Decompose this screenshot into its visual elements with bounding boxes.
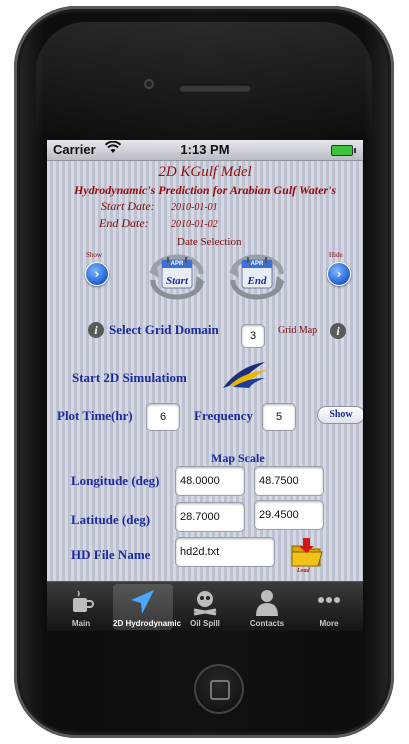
plot-time-field[interactable]: 6	[146, 403, 180, 431]
tab-more[interactable]: More	[299, 584, 359, 630]
tab-contacts[interactable]: Contacts	[237, 584, 297, 630]
date-selection-label: Date Selection	[177, 236, 242, 248]
app-screen: Carrier 1:13 PM 2D KGulf Mdel Hydrodynam…	[47, 140, 363, 631]
frequency-field[interactable]: 5	[262, 403, 296, 431]
latitude-max-field[interactable]: 29.4500	[254, 500, 324, 530]
tab-2d-hydrodynamic[interactable]: 2D Hydrodynamic	[113, 584, 182, 630]
more-dots-icon	[318, 597, 340, 603]
end-button-label: End	[247, 275, 267, 287]
start-simulation-label: Start 2D Simulatiom	[72, 370, 187, 385]
latitude-label: Latitude (deg)	[71, 512, 151, 527]
calendar-month: APR	[250, 261, 264, 267]
load-button[interactable]: Load	[290, 538, 324, 576]
grid-map-info-icon[interactable]: i	[330, 323, 346, 339]
longitude-label: Longitude (deg)	[71, 473, 160, 488]
clock: 1:13 PM	[180, 142, 230, 157]
tab-label: More	[319, 619, 339, 628]
start-date-button[interactable]: APR Start	[147, 252, 207, 300]
plot-time-label: Plot Time(hr)	[57, 408, 133, 423]
hide-small-label: Hide	[329, 251, 343, 259]
hd-file-field[interactable]: hd2d.txt	[175, 537, 275, 567]
longitude-max-field[interactable]: 48.7500	[254, 466, 324, 496]
tab-oil-spill[interactable]: Oil Spill	[175, 584, 235, 630]
hide-button[interactable]: ›	[327, 262, 351, 286]
folder-download-icon	[291, 538, 323, 567]
start-date-label: Start Date:	[101, 199, 155, 213]
tab-label: Contacts	[249, 619, 285, 628]
camera-icon	[144, 79, 154, 89]
home-button[interactable]	[194, 664, 244, 714]
end-date-button[interactable]: APR End	[227, 252, 287, 300]
coffee-cup-icon	[73, 590, 94, 612]
earpiece	[179, 84, 251, 92]
start-simulation-button[interactable]	[219, 360, 271, 392]
map-scale-title: Map Scale	[211, 451, 265, 465]
grid-map-label: Grid Map	[278, 325, 318, 336]
tab-label: 2D Hydrodynamic	[113, 619, 182, 628]
tab-main[interactable]: Main	[51, 584, 111, 630]
latitude-min-field[interactable]: 28.7000	[175, 502, 245, 532]
end-date-value: 2010-01-02	[171, 219, 218, 230]
hd-file-label: HD File Name	[71, 547, 151, 562]
end-date-label: End Date:	[99, 216, 149, 230]
calendar-month: APR	[170, 261, 184, 267]
longitude-min-field[interactable]: 48.0000	[175, 466, 245, 496]
phone-glare	[36, 22, 372, 142]
grid-info-icon[interactable]: i	[88, 322, 104, 338]
person-icon	[256, 590, 278, 616]
tab-label: Main	[71, 619, 91, 628]
status-bar: Carrier 1:13 PM	[47, 140, 363, 161]
navigation-arrow-icon	[131, 590, 154, 614]
show-small-label: Show	[86, 251, 102, 259]
grid-domain-label: Select Grid Domain	[109, 322, 219, 337]
show-button[interactable]: ›	[85, 262, 109, 286]
app-title: 2D KGulf Mdel	[158, 164, 252, 180]
start-button-label: Start	[165, 275, 188, 287]
app-subtitle: Hydrodynamic's Prediction for Arabian Gu…	[73, 183, 337, 197]
tab-bar: Main 2D Hydrodynamic Oil Spill Contacts	[47, 581, 363, 631]
load-label: Load	[297, 568, 310, 574]
frequency-label: Frequency	[194, 408, 253, 423]
start-date-value: 2010-01-01	[171, 202, 218, 213]
grid-domain-field[interactable]: 3	[241, 324, 265, 348]
battery-icon	[331, 145, 356, 156]
skull-crossbones-icon	[193, 591, 217, 616]
wing-launch-icon	[223, 362, 267, 388]
plot-show-button[interactable]: Show	[317, 406, 363, 424]
tab-label: Oil Spill	[190, 619, 220, 628]
